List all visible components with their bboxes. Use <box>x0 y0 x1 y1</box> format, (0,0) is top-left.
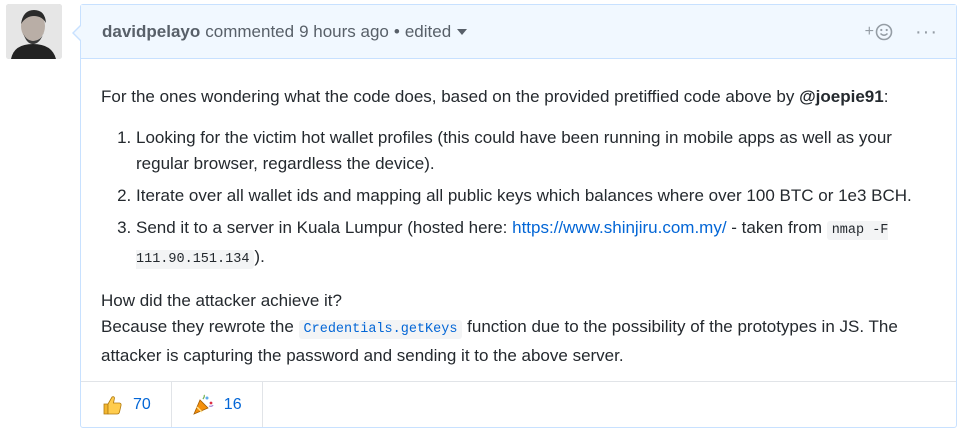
separator: • <box>393 21 400 41</box>
reaction-count: 16 <box>223 395 242 413</box>
author-link[interactable]: davidpelayo <box>102 22 200 42</box>
outro-paragraph: How did the attacker achieve it? Because… <box>101 288 931 369</box>
list-item: Looking for the victim hot wallet profil… <box>136 125 936 177</box>
chevron-down-icon <box>457 28 468 35</box>
smiley-icon <box>875 23 893 40</box>
thumbs-up-icon <box>103 395 122 414</box>
reaction-thumbs-up[interactable]: 70 <box>81 382 172 427</box>
avatar[interactable] <box>6 4 62 59</box>
list-item: Iterate over all wallet ids and mapping … <box>136 183 936 209</box>
question-text: How did the attacker achieve it? <box>101 291 342 310</box>
comment-box: davidpelayo commented 9 hours ago • edit… <box>72 4 957 428</box>
comment-action: commented <box>205 21 295 41</box>
answer-text: Because they rewrote the <box>101 317 299 336</box>
reactions-bar: 70 16 <box>81 381 956 427</box>
avatar-image <box>6 4 62 59</box>
inline-code: Credentials.getKeys <box>298 320 463 339</box>
intro-text: For the ones wondering what the code doe… <box>101 87 800 106</box>
mention-link[interactable]: @joepie91 <box>799 87 884 106</box>
list-item-text: - taken from <box>726 218 827 237</box>
edited-label: edited <box>404 21 452 41</box>
more-options-button[interactable]: ··· <box>915 22 938 42</box>
tada-icon <box>193 394 214 415</box>
comment-time[interactable]: 9 hours ago <box>299 22 389 42</box>
header-actions: + ··· <box>865 5 938 58</box>
list-item-text: ). <box>254 247 265 266</box>
reaction-count: 70 <box>133 395 151 413</box>
comment-header: davidpelayo commented 9 hours ago • edit… <box>81 5 956 59</box>
intro-end: : <box>883 87 889 106</box>
shinjiru-link[interactable]: https://www.shinjiru.com.my/ <box>512 218 726 237</box>
steps-list: Looking for the victim hot wallet profil… <box>101 125 936 279</box>
list-item: Send it to a server in Kuala Lumpur (hos… <box>136 215 936 273</box>
add-reaction-button[interactable]: + <box>865 23 893 41</box>
list-item-text: Send it to a server in Kuala Lumpur (hos… <box>136 218 513 237</box>
edited-dropdown[interactable]: edited <box>404 21 468 42</box>
intro-paragraph: For the ones wondering what the code doe… <box>101 84 888 110</box>
plus-label: + <box>864 22 875 40</box>
reaction-tada[interactable]: 16 <box>172 382 263 427</box>
